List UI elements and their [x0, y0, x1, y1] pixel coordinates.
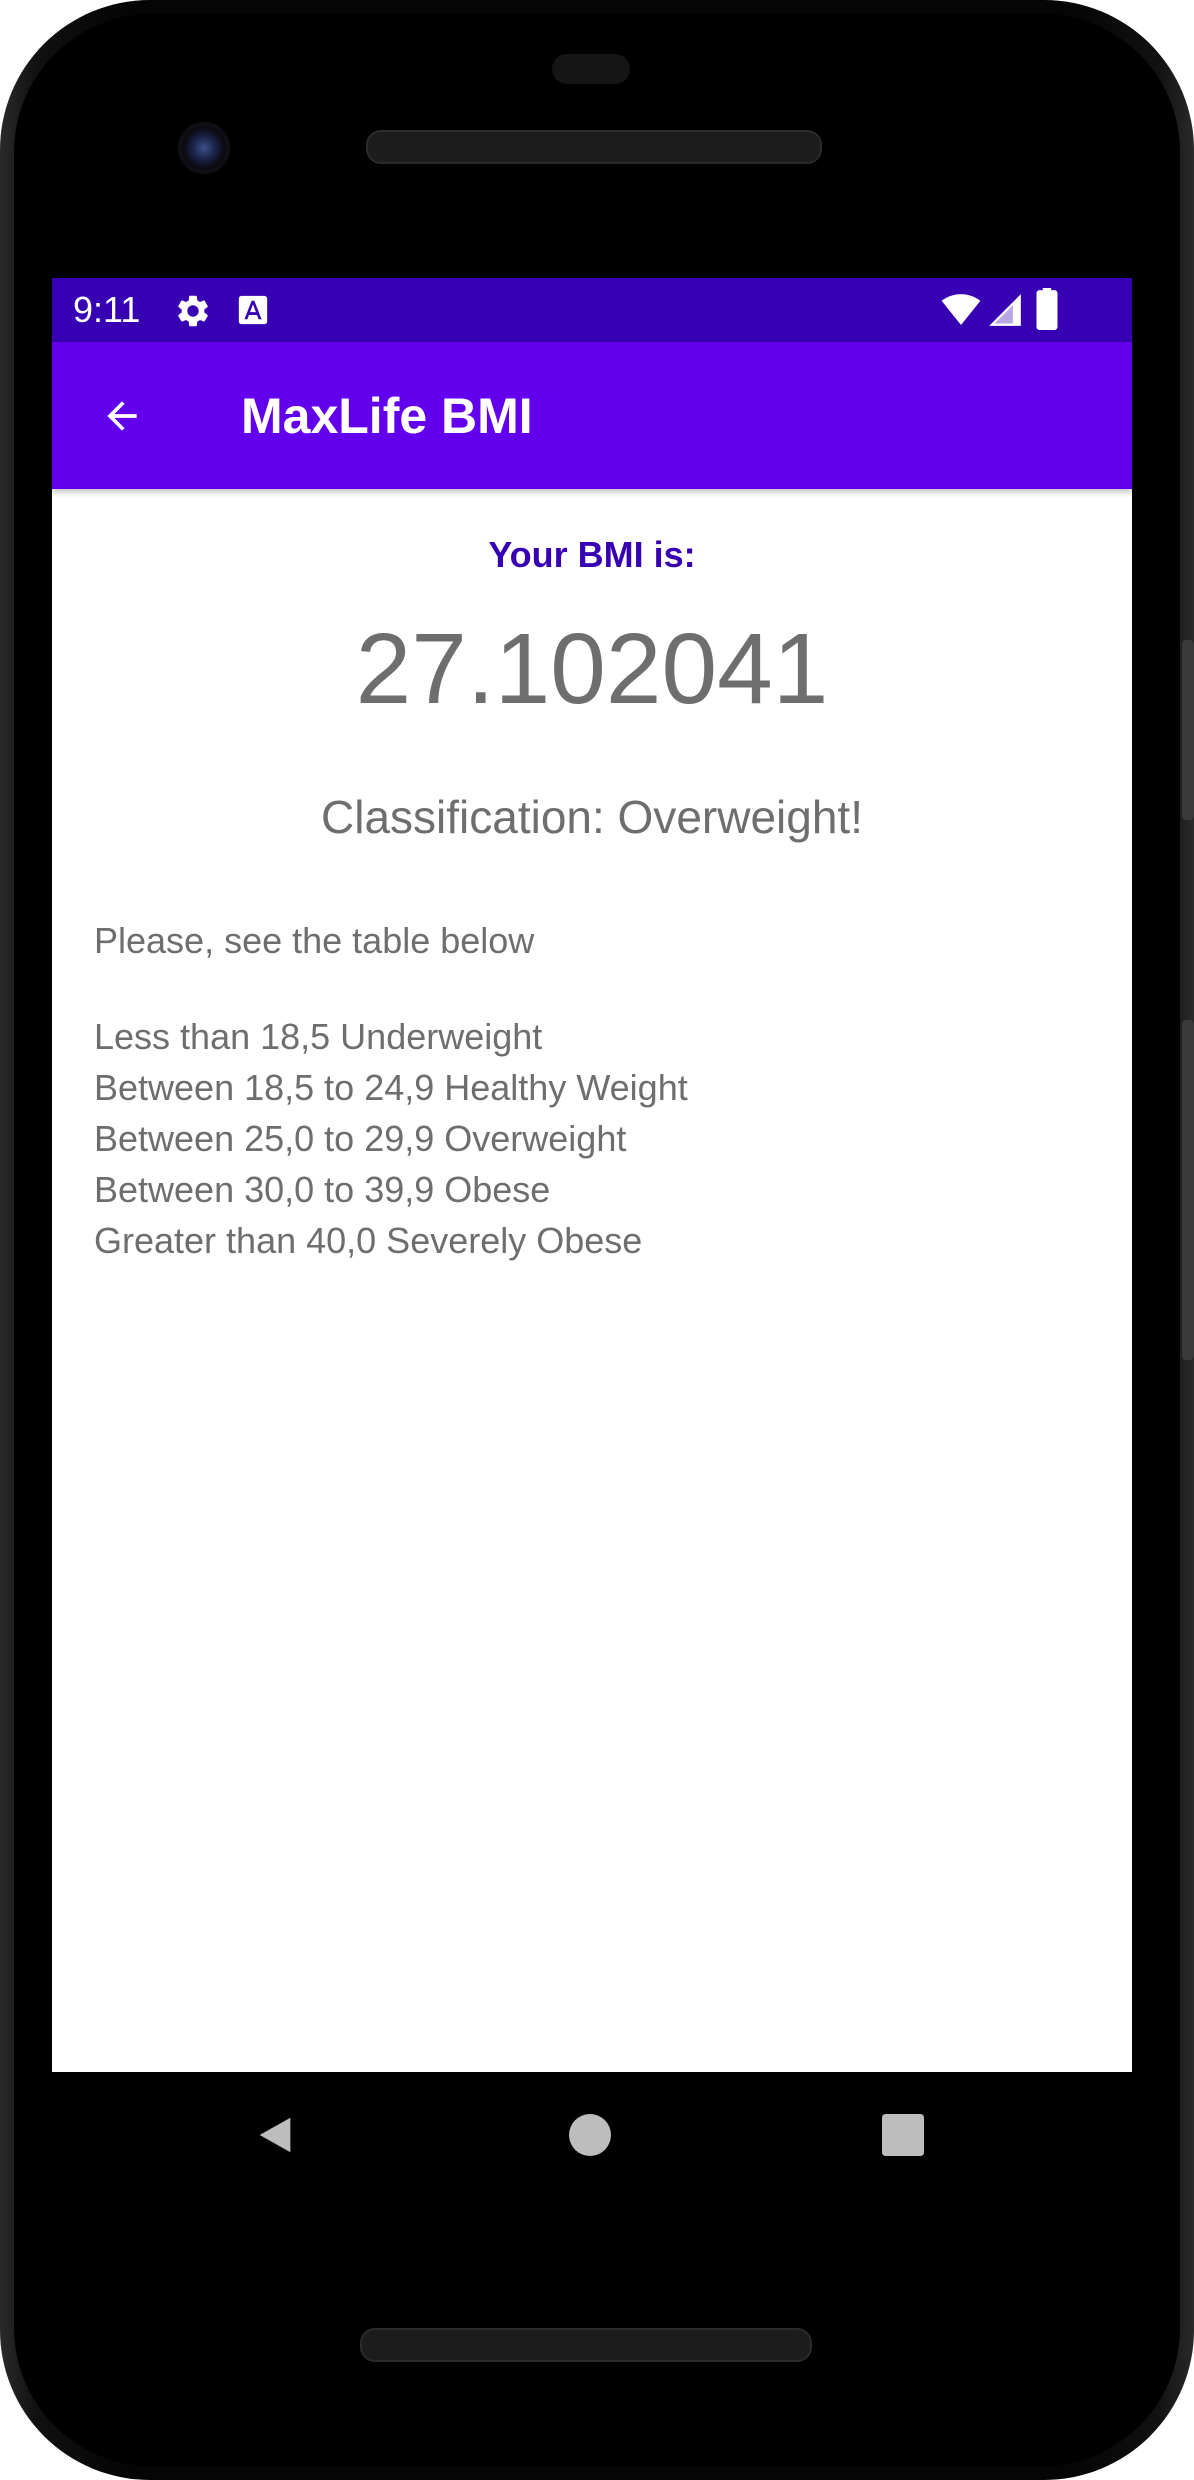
bmi-table-row: Between 30,0 to 39,9 Obese	[94, 1169, 551, 1210]
back-triangle-icon[interactable]	[252, 2112, 298, 2158]
bmi-table-row: Between 18,5 to 24,9 Healthy Weight	[94, 1067, 688, 1108]
app-bar: MaxLife BMI	[52, 342, 1132, 489]
bmi-table: Less than 18,5 Underweight Between 18,5 …	[94, 1011, 688, 1266]
arrow-back-icon[interactable]	[100, 394, 144, 438]
power-button	[1182, 640, 1194, 820]
bmi-classification: Classification: Overweight!	[321, 791, 863, 843]
bmi-table-row: Greater than 40,0 Severely Obese	[94, 1220, 643, 1261]
bottom-speaker	[360, 2328, 812, 2362]
navigation-bar	[52, 2072, 1132, 2198]
status-bar: 9:11	[52, 278, 1132, 342]
bmi-value: 27.102041	[355, 613, 829, 725]
bmi-heading: Your BMI is:	[488, 534, 696, 575]
status-time: 9:11	[73, 289, 141, 330]
signal-icon	[989, 294, 1021, 326]
wifi-icon	[941, 294, 981, 325]
proximity-sensor	[552, 54, 630, 84]
table-intro: Please, see the table below	[94, 920, 535, 961]
app-title: MaxLife BMI	[241, 388, 533, 444]
earpiece-speaker	[366, 130, 822, 164]
bmi-table-row: Less than 18,5 Underweight	[94, 1016, 543, 1057]
volume-button	[1182, 1020, 1194, 1360]
screen: 9:11 MaxLife BMI Your BMI is: 27.102041 …	[52, 278, 1132, 2072]
battery-icon	[1036, 288, 1058, 330]
front-camera	[178, 122, 230, 174]
home-circle-icon[interactable]	[569, 2114, 611, 2156]
font-download-icon	[238, 295, 268, 325]
recents-square-icon[interactable]	[882, 2114, 924, 2156]
settings-icon	[178, 295, 208, 327]
bmi-table-row: Between 25,0 to 29,9 Overweight	[94, 1118, 627, 1159]
